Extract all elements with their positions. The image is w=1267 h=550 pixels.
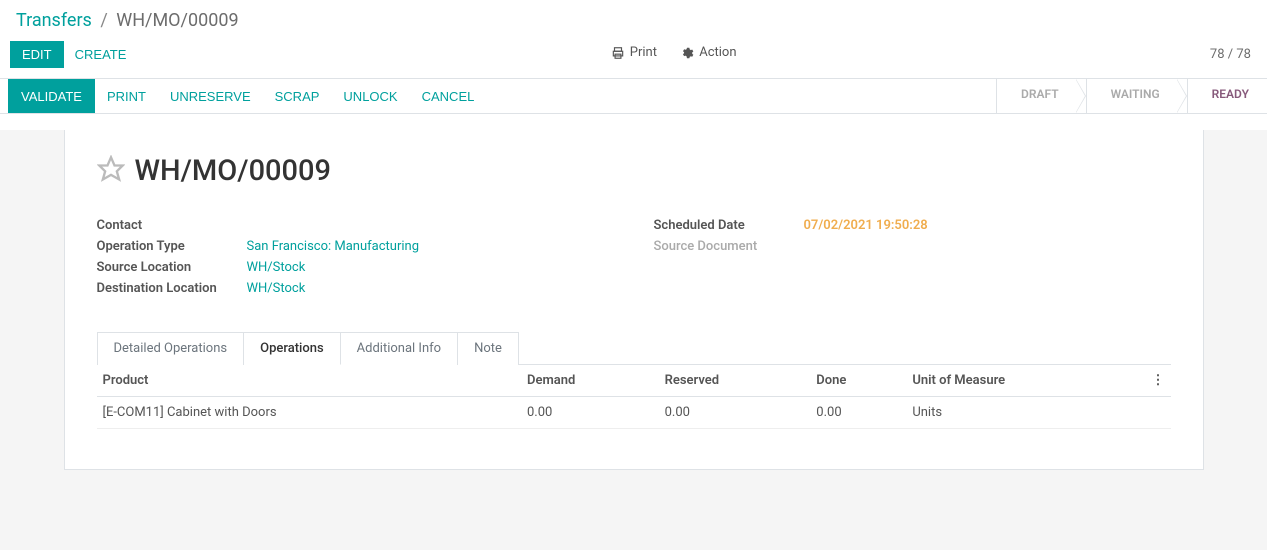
tab-note[interactable]: Note	[458, 332, 519, 365]
action-dropdown[interactable]: Action	[680, 45, 736, 60]
source-location-value[interactable]: WH/Stock	[247, 260, 306, 275]
control-row: EDIT CREATE Print Action 78 / 78	[0, 37, 1267, 78]
print-dropdown[interactable]: Print	[611, 45, 657, 60]
status-bar: DRAFT WAITING READY	[996, 79, 1267, 113]
status-arrow-icon	[1076, 79, 1086, 113]
destination-location-value[interactable]: WH/Stock	[247, 281, 306, 296]
col-uom[interactable]: Unit of Measure	[906, 365, 1145, 397]
validate-button[interactable]: VALIDATE	[8, 79, 95, 113]
gear-icon	[680, 46, 694, 60]
col-product[interactable]: Product	[97, 365, 521, 397]
cell-product: [E-COM11] Cabinet with Doors	[97, 397, 521, 429]
unlock-button[interactable]: UNLOCK	[331, 79, 409, 113]
action-bar: VALIDATE PRINT UNRESERVE SCRAP UNLOCK CA…	[0, 78, 1267, 114]
star-icon[interactable]	[97, 155, 125, 187]
status-draft[interactable]: DRAFT	[996, 79, 1077, 113]
scheduled-date-value: 07/02/2021 19:50:28	[804, 218, 928, 233]
cancel-button[interactable]: CANCEL	[410, 79, 487, 113]
breadcrumb-root[interactable]: Transfers	[16, 10, 92, 31]
print-icon	[611, 46, 625, 60]
tab-additional-info[interactable]: Additional Info	[341, 332, 458, 365]
form-sheet: WH/MO/00009 Contact Operation Type San F…	[64, 130, 1204, 470]
scheduled-date-label: Scheduled Date	[654, 218, 804, 233]
print-button[interactable]: PRINT	[95, 79, 158, 113]
unreserve-button[interactable]: UNRESERVE	[158, 79, 263, 113]
tab-detailed-operations[interactable]: Detailed Operations	[97, 332, 245, 365]
col-done[interactable]: Done	[810, 365, 906, 397]
cell-demand: 0.00	[521, 397, 659, 429]
operation-type-label: Operation Type	[97, 239, 247, 254]
status-waiting[interactable]: WAITING	[1086, 79, 1178, 113]
tabs: Detailed Operations Operations Additiona…	[97, 332, 1171, 365]
col-demand[interactable]: Demand	[521, 365, 659, 397]
col-reserved[interactable]: Reserved	[659, 365, 811, 397]
cell-uom: Units	[906, 397, 1145, 429]
tab-operations[interactable]: Operations	[244, 332, 341, 365]
print-label: Print	[630, 45, 657, 60]
breadcrumb-current: WH/MO/00009	[116, 10, 238, 31]
source-document-label: Source Document	[654, 239, 804, 254]
action-label: Action	[699, 45, 736, 60]
pager-current: 78	[1210, 47, 1225, 62]
breadcrumb: Transfers / WH/MO/00009	[0, 0, 1267, 37]
pager[interactable]: 78 / 78	[1210, 47, 1257, 62]
operation-type-value[interactable]: San Francisco: Manufacturing	[247, 239, 420, 254]
kebab-icon[interactable]: ⋮	[1146, 365, 1171, 397]
cell-done: 0.00	[810, 397, 906, 429]
contact-label: Contact	[97, 218, 247, 233]
pager-total: 78	[1236, 47, 1251, 62]
status-arrow-icon	[1177, 79, 1187, 113]
destination-location-label: Destination Location	[97, 281, 247, 296]
status-ready[interactable]: READY	[1187, 79, 1267, 113]
breadcrumb-separator: /	[100, 10, 107, 31]
create-button[interactable]: CREATE	[64, 42, 138, 67]
scrap-button[interactable]: SCRAP	[263, 79, 332, 113]
source-location-label: Source Location	[97, 260, 247, 275]
table-row[interactable]: [E-COM11] Cabinet with Doors 0.00 0.00 0…	[97, 397, 1171, 429]
cell-reserved: 0.00	[659, 397, 811, 429]
record-title: WH/MO/00009	[135, 154, 332, 188]
operations-table: Product Demand Reserved Done Unit of Mea…	[97, 365, 1171, 429]
edit-button[interactable]: EDIT	[10, 41, 64, 68]
